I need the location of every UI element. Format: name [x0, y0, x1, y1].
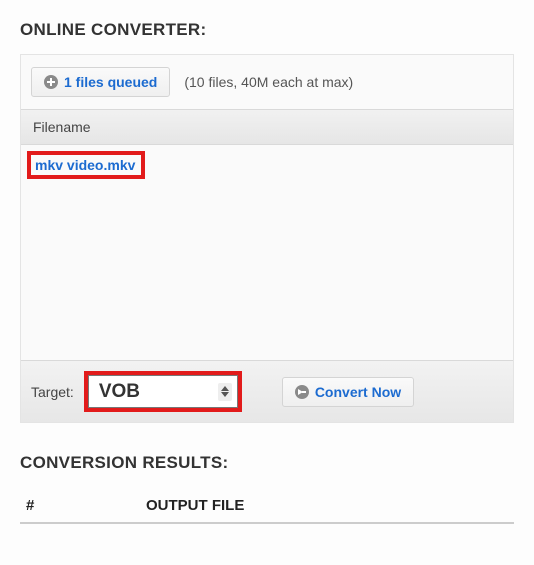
file-list-empty-area	[21, 185, 513, 360]
files-queued-button[interactable]: 1 files queued	[31, 67, 170, 97]
results-table-header: # OUTPUT FILE	[20, 489, 514, 524]
panel-bottom-bar: Target: VOB Convert Now	[21, 360, 513, 422]
file-row: mkv video.mkv	[21, 145, 513, 185]
highlight-box-file: mkv video.mkv	[27, 151, 145, 179]
results-col-output: OUTPUT FILE	[146, 497, 508, 514]
highlight-box-target: VOB	[84, 371, 242, 412]
file-link[interactable]: mkv video.mkv	[31, 155, 139, 175]
filename-column-header: Filename	[21, 109, 513, 145]
plus-icon	[44, 75, 58, 89]
arrow-right-icon	[295, 385, 309, 399]
target-format-select[interactable]: VOB	[88, 375, 238, 408]
results-title: CONVERSION RESULTS:	[20, 453, 514, 473]
panel-top-bar: 1 files queued (10 files, 40M each at ma…	[21, 55, 513, 109]
upload-limits-hint: (10 files, 40M each at max)	[184, 74, 353, 90]
convert-now-label: Convert Now	[315, 384, 401, 400]
results-col-index: #	[26, 497, 146, 514]
convert-now-button[interactable]: Convert Now	[282, 377, 414, 407]
files-queued-label: 1 files queued	[64, 74, 157, 90]
target-label: Target:	[31, 384, 74, 400]
converter-title: ONLINE CONVERTER:	[20, 20, 514, 40]
converter-panel: 1 files queued (10 files, 40M each at ma…	[20, 54, 514, 423]
